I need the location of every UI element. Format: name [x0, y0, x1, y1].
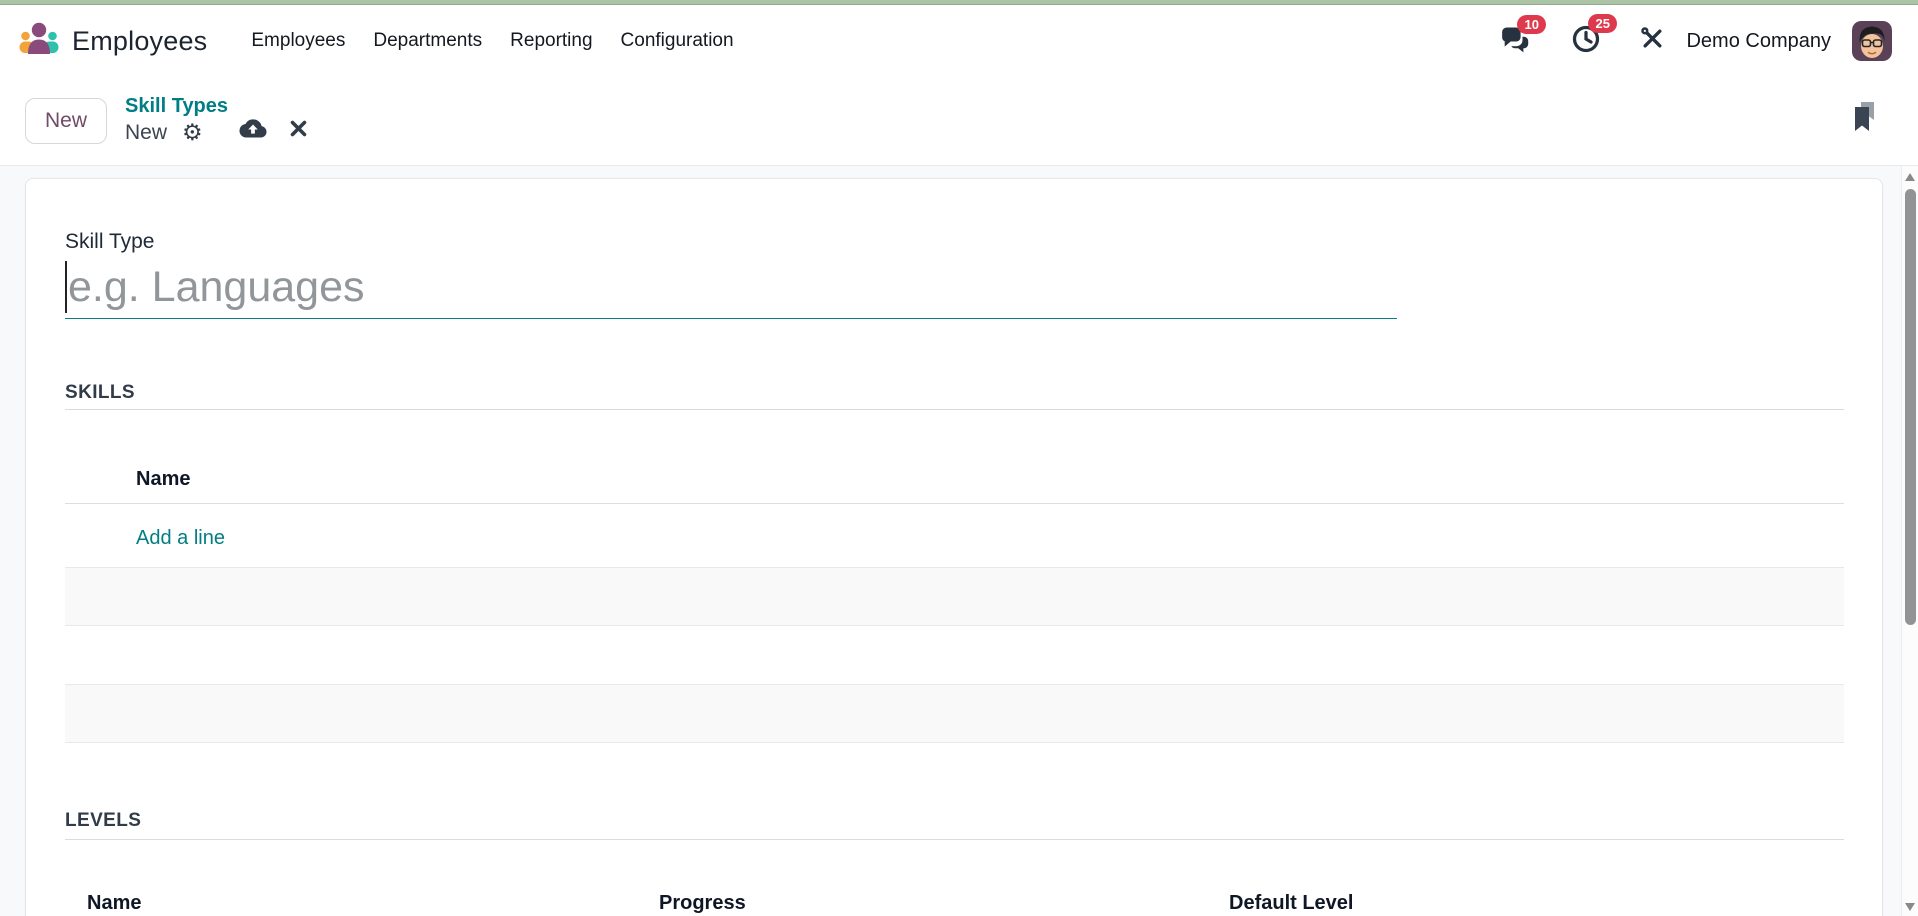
scrollbar-thumb[interactable]	[1904, 189, 1916, 625]
employees-app-icon	[19, 21, 59, 62]
skill-type-input[interactable]	[65, 256, 1397, 318]
app-name: Employees	[72, 25, 208, 56]
menu-reporting[interactable]: Reporting	[496, 20, 606, 62]
vertical-scrollbar	[1901, 166, 1918, 916]
levels-column-headers: Name Progress Default Level	[65, 892, 1844, 914]
form-view-area: Skill Type SKILLS Name Add a line LEVELS…	[0, 166, 1918, 916]
skill-type-label: Skill Type	[65, 230, 155, 253]
levels-section-title: LEVELS	[65, 811, 1844, 840]
breadcrumb-skill-types-link[interactable]: Skill Types	[125, 94, 307, 118]
menu-departments[interactable]: Departments	[359, 20, 496, 62]
breadcrumb-current: New	[125, 121, 168, 144]
discard-record-button[interactable]	[290, 120, 307, 146]
skills-column-header-name[interactable]: Name	[65, 469, 1844, 504]
messages-count-badge: 10	[1517, 14, 1546, 34]
empty-table-row	[65, 684, 1844, 743]
breadcrumb: Skill Types New ⚙	[125, 94, 307, 148]
navbar-systray: 10 25 Demo Company	[1460, 13, 1892, 61]
empty-table-row	[65, 567, 1844, 626]
menu-employees[interactable]: Employees	[237, 20, 359, 62]
form-sheet: Skill Type SKILLS Name Add a line LEVELS…	[25, 178, 1883, 916]
user-avatar[interactable]	[1852, 21, 1892, 61]
activities-button[interactable]: 25	[1571, 13, 1617, 59]
skill-type-input-wrap	[65, 256, 1397, 319]
tools-debug-button[interactable]	[1639, 25, 1666, 57]
control-panel: New Skill Types New ⚙	[0, 77, 1918, 166]
wrench-screwdriver-icon	[1639, 25, 1666, 57]
main-navbar: Employees Employees Departments Reportin…	[0, 5, 1918, 77]
text-cursor	[65, 261, 67, 313]
skills-section-title: SKILLS	[65, 383, 1844, 410]
app-menu: Employees Departments Reporting Configur…	[237, 20, 747, 62]
levels-column-header-name[interactable]: Name	[65, 892, 659, 914]
messages-button[interactable]: 10	[1500, 14, 1546, 58]
menu-configuration[interactable]: Configuration	[607, 20, 748, 62]
cloud-upload-icon	[239, 118, 267, 148]
company-switcher[interactable]: Demo Company	[1686, 30, 1831, 53]
favorite-bookmark-button[interactable]	[1852, 101, 1878, 142]
save-record-button[interactable]	[239, 118, 267, 148]
gear-icon[interactable]: ⚙	[182, 122, 203, 145]
skills-add-line-row: Add a line	[65, 504, 1844, 567]
add-a-line-link[interactable]: Add a line	[136, 527, 225, 549]
close-x-icon	[290, 120, 307, 146]
apps-home-button[interactable]: Employees	[19, 21, 207, 62]
activities-count-badge: 25	[1588, 13, 1617, 33]
new-button[interactable]: New	[25, 98, 108, 144]
bookmark-icon	[1852, 102, 1878, 141]
scrollbar-up-arrow[interactable]	[1905, 173, 1915, 181]
levels-column-header-default-level[interactable]: Default Level	[1229, 892, 1844, 914]
scrollbar-down-arrow[interactable]	[1905, 903, 1915, 911]
empty-table-row	[65, 626, 1844, 684]
levels-column-header-progress[interactable]: Progress	[659, 892, 1229, 914]
